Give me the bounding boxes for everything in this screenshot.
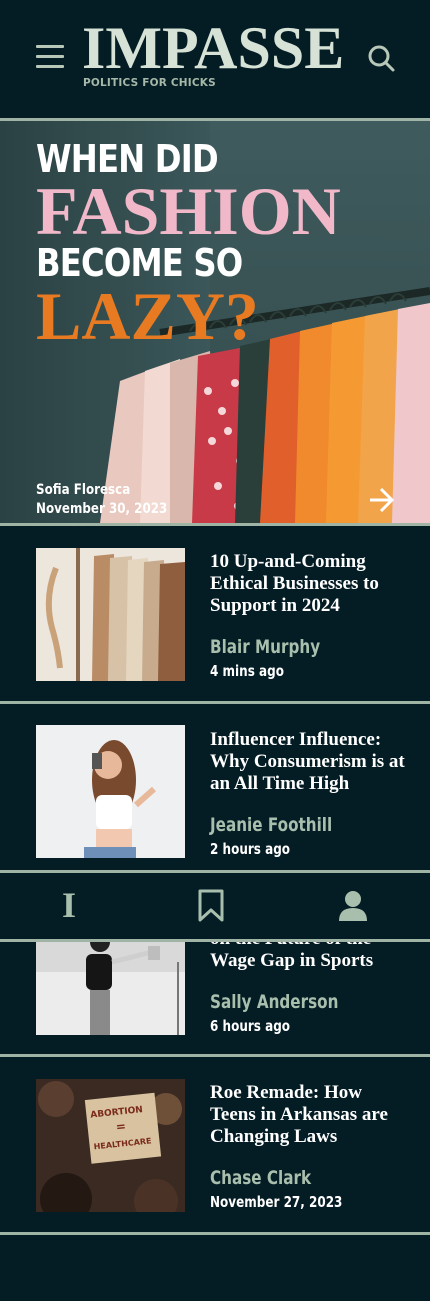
- article-author[interactable]: Sally Anderson: [210, 991, 338, 1013]
- hamburger-menu-icon[interactable]: [36, 45, 64, 71]
- profile-icon[interactable]: [338, 890, 368, 922]
- article-timestamp: November 27, 2023: [210, 1193, 343, 1211]
- divider: [0, 1232, 430, 1235]
- app-header: IMPASSE POLITICS FOR CHICKS: [0, 0, 430, 118]
- article-thumbnail: ABORTION = HEALTHCARE: [36, 1079, 185, 1212]
- article-timestamp: 2 hours ago: [210, 840, 291, 858]
- article-author[interactable]: Jeanie Foothill: [210, 814, 332, 836]
- hero-headline[interactable]: WHEN DID FASHION BECOME SO LAZY?: [36, 137, 416, 354]
- article-card[interactable]: ABORTION = HEALTHCARE Roe Remade: How Te…: [0, 1057, 430, 1233]
- article-author[interactable]: Chase Clark: [210, 1167, 311, 1189]
- sign-line-2: =: [115, 1119, 126, 1134]
- article-author[interactable]: Blair Murphy: [210, 636, 320, 658]
- search-icon[interactable]: [367, 44, 397, 74]
- hero-author[interactable]: Sofia Floresca: [36, 481, 167, 500]
- bottom-navigation: I: [0, 870, 430, 942]
- headline-line-4: LAZY?: [36, 278, 259, 354]
- site-logo[interactable]: IMPASSE: [82, 18, 344, 78]
- article-title[interactable]: 10 Up-and-Coming Ethical Businesses to S…: [210, 551, 410, 617]
- article-title[interactable]: Influencer Influence: Why Consumerism is…: [210, 729, 410, 795]
- home-icon[interactable]: I: [62, 887, 76, 923]
- article-thumbnail: [36, 725, 185, 858]
- article-timestamp: 4 mins ago: [210, 662, 284, 680]
- hero-article[interactable]: WHEN DID FASHION BECOME SO LAZY?: [0, 121, 430, 523]
- bookmark-icon[interactable]: [197, 889, 225, 923]
- article-card[interactable]: Influencer Influence: Why Consumerism is…: [0, 704, 430, 880]
- site-tagline: POLITICS FOR CHICKS: [83, 77, 216, 89]
- article-timestamp: 6 hours ago: [210, 1017, 291, 1035]
- headline-line-1: WHEN DID: [36, 137, 219, 181]
- hero-byline: Sofia Floresca November 30, 2023: [36, 481, 167, 519]
- headline-line-3: BECOME SO: [36, 241, 243, 285]
- hero-date: November 30, 2023: [36, 501, 168, 517]
- headline-line-2: FASHION: [36, 173, 341, 249]
- article-thumbnail: [36, 548, 185, 681]
- arrow-right-icon[interactable]: [367, 486, 395, 514]
- article-card[interactable]: 10 Up-and-Coming Ethical Businesses to S…: [0, 526, 430, 702]
- article-title[interactable]: Roe Remade: How Teens in Arkansas are Ch…: [210, 1082, 410, 1148]
